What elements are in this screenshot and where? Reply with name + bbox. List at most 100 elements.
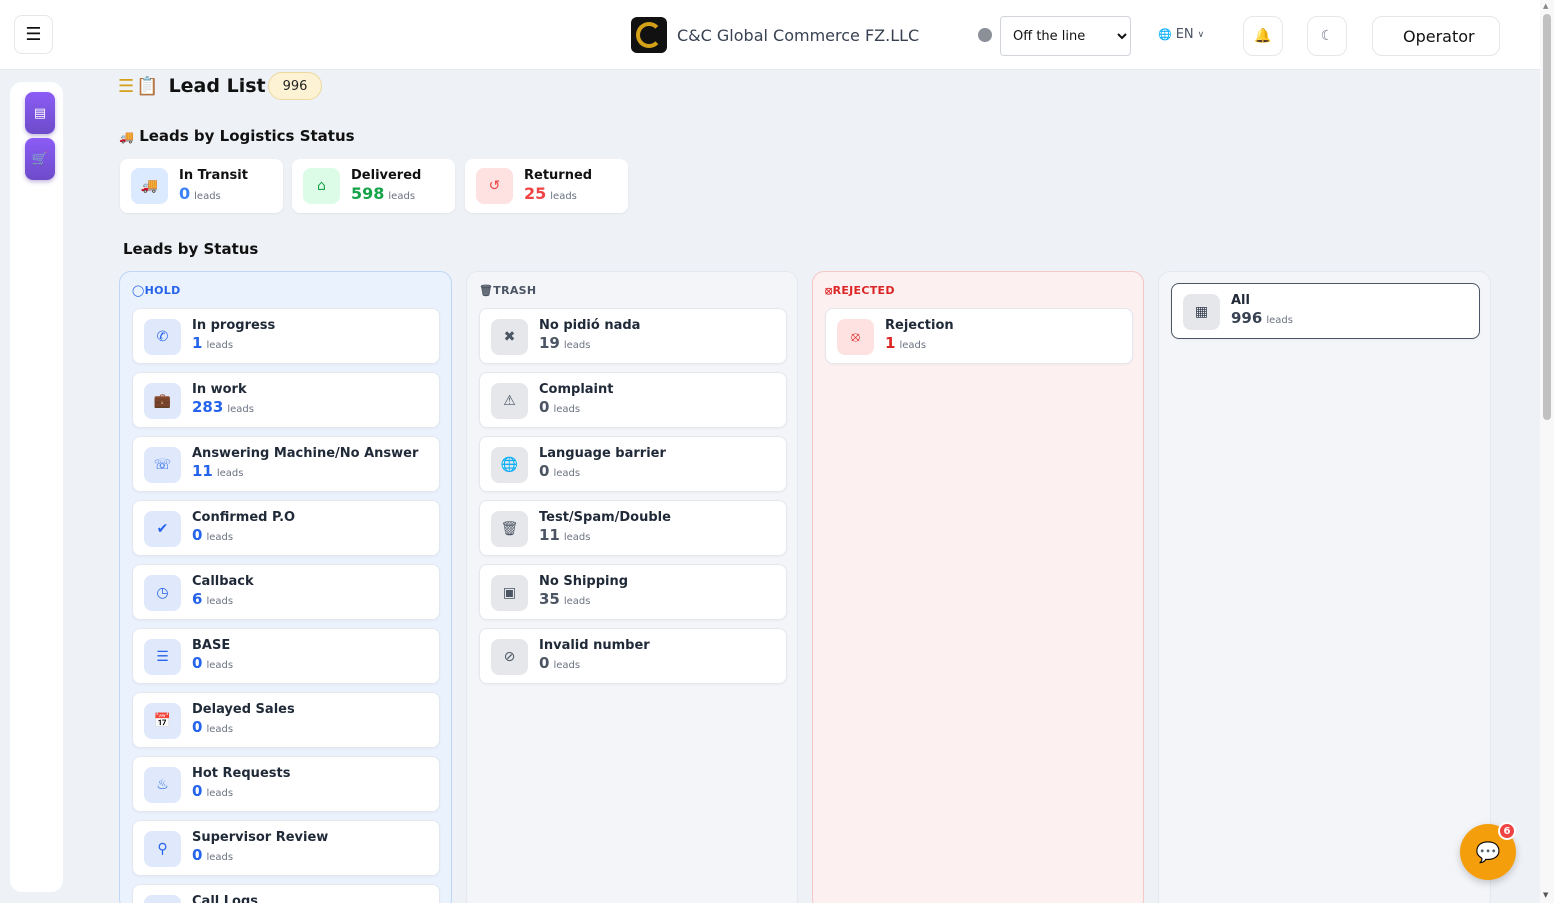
- logistics-card-returned[interactable]: ↺ Returned 25 leads: [465, 159, 628, 213]
- status-item-test-spam-double[interactable]: 🗑 Test/Spam/Double 11 leads: [479, 500, 787, 556]
- truck-icon: 🚚: [131, 168, 168, 204]
- item-label: Answering Machine/No Answer: [192, 446, 419, 461]
- chat-badge: 6: [1498, 822, 1516, 840]
- status-item-invalid-number[interactable]: ⊘ Invalid number 0 leads: [479, 628, 787, 684]
- card-label: Returned: [524, 168, 593, 183]
- status-item-no-shipping[interactable]: ▣ No Shipping 35 leads: [479, 564, 787, 620]
- grid-icon: ▦: [1183, 294, 1220, 330]
- item-count: 11 leads: [192, 462, 244, 480]
- hold-column: ◯HOLD ✆ In progress 1 leads 💼 In work 283…: [119, 271, 452, 903]
- status-dot: [978, 28, 992, 42]
- brand-name: C&C Global Commerce FZ.LLC: [677, 25, 920, 45]
- rejected-column: ⦻REJECTED ⦻ Rejection 1 leads: [812, 271, 1144, 903]
- brand: C&C Global Commerce FZ.LLC: [631, 17, 919, 53]
- clock-icon: ◷: [144, 575, 181, 611]
- scroll-down-icon[interactable]: ▼: [1543, 891, 1548, 899]
- sidebar: ▤ 🛒: [10, 82, 63, 892]
- page-title-text: Lead List: [168, 75, 266, 97]
- card-count: 25 leads: [524, 184, 577, 203]
- language-label: EN: [1175, 27, 1194, 42]
- menu-toggle-button[interactable]: ☰: [14, 15, 53, 54]
- hold-column-title: ◯HOLD: [132, 284, 181, 297]
- item-label: Invalid number: [539, 638, 650, 653]
- list-icon: ☰📋: [118, 75, 161, 97]
- status-item-answering-machine[interactable]: ☏ Answering Machine/No Answer 11 leads: [132, 436, 440, 492]
- item-label: BASE: [192, 638, 231, 653]
- sidebar-item-orders[interactable]: 🛒: [25, 138, 55, 180]
- search-icon: ⚲: [144, 831, 181, 867]
- status-item-language-barrier[interactable]: 🌐 Language barrier 0 leads: [479, 436, 787, 492]
- item-label: Hot Requests: [192, 766, 291, 781]
- item-count: 0 leads: [192, 782, 234, 800]
- item-label: Callback: [192, 574, 254, 589]
- chat-icon: 💬: [1475, 840, 1501, 864]
- status-item-supervisor-review[interactable]: ⚲ Supervisor Review 0 leads: [132, 820, 440, 876]
- warning-icon: ⚠: [491, 383, 528, 419]
- item-label: All: [1231, 293, 1250, 308]
- x-circle-icon: ⦻: [837, 319, 874, 355]
- trash-column: 🗑TRASH ✖ No pidió nada 19 leads ⚠ Complai…: [466, 271, 798, 903]
- item-label: In progress: [192, 318, 276, 333]
- status-item-in-progress[interactable]: ✆ In progress 1 leads: [132, 308, 440, 364]
- item-label: Confirmed P.O: [192, 510, 296, 525]
- item-count: 0 leads: [539, 462, 581, 480]
- card-count: 0 leads: [179, 184, 221, 203]
- status-item-complaint[interactable]: ⚠ Complaint 0 leads: [479, 372, 787, 428]
- item-count: 6 leads: [192, 590, 234, 608]
- clock-icon: ◯: [132, 284, 145, 297]
- status-item-no-pidio-nada[interactable]: ✖ No pidió nada 19 leads: [479, 308, 787, 364]
- item-count: 1 leads: [192, 334, 234, 352]
- box-icon: ▣: [491, 575, 528, 611]
- logistics-card-in-transit[interactable]: 🚚 In Transit 0 leads: [120, 159, 283, 213]
- undo-icon: ↺: [476, 168, 513, 204]
- moon-icon: ☾: [1320, 28, 1334, 44]
- cart-icon: 🛒: [31, 151, 49, 167]
- scroll-thumb[interactable]: [1543, 14, 1551, 420]
- theme-toggle-button[interactable]: ☾: [1307, 16, 1347, 56]
- list-icon: ☰: [144, 895, 181, 903]
- total-count-badge: 996: [267, 72, 323, 100]
- status-item-rejection[interactable]: ⦻ Rejection 1 leads: [825, 308, 1133, 364]
- status-item-hot-requests[interactable]: ♨ Hot Requests 0 leads: [132, 756, 440, 812]
- item-count: 0 leads: [539, 654, 581, 672]
- sidebar-item-leads[interactable]: ▤: [25, 92, 55, 134]
- status-select[interactable]: Off the line: [1000, 16, 1131, 56]
- database-icon: ☰: [144, 639, 181, 675]
- status-item-base[interactable]: ☰ BASE 0 leads: [132, 628, 440, 684]
- item-label: No pidió nada: [539, 318, 641, 333]
- item-count: 0 leads: [192, 718, 234, 736]
- item-label: Test/Spam/Double: [539, 510, 671, 525]
- scroll-up-icon[interactable]: ▲: [1543, 2, 1548, 10]
- item-label: Delayed Sales: [192, 702, 295, 717]
- item-label: Complaint: [539, 382, 614, 397]
- status-item-callback[interactable]: ◷ Callback 6 leads: [132, 564, 440, 620]
- calendar-check-icon: 📅: [144, 703, 181, 739]
- logistics-card-delivered[interactable]: ⌂ Delivered 598 leads: [292, 159, 455, 213]
- language-selector[interactable]: 🌐 EN ∨: [1158, 27, 1204, 42]
- hamburger-icon: ☰: [25, 24, 42, 45]
- language-icon: 🌐: [491, 447, 528, 483]
- status-item-delayed-sales[interactable]: 📅 Delayed Sales 0 leads: [132, 692, 440, 748]
- status-heading: Leads by Status: [123, 240, 259, 258]
- bell-icon: 🔔: [1254, 28, 1272, 44]
- truck-icon: 🚚: [119, 130, 134, 144]
- status-item-in-work[interactable]: 💼 In work 283 leads: [132, 372, 440, 428]
- page-scrollbar[interactable]: ▲ ▼: [1540, 0, 1554, 903]
- item-count: 0 leads: [192, 654, 234, 672]
- status-item-all[interactable]: ▦ All 996 leads: [1171, 283, 1480, 339]
- item-count: 11 leads: [539, 526, 591, 544]
- card-count: 598 leads: [351, 184, 416, 203]
- status-item-confirmed-po[interactable]: ✔ Confirmed P.O 0 leads: [132, 500, 440, 556]
- item-label: Call Logs: [192, 894, 259, 903]
- item-label: Supervisor Review: [192, 830, 329, 845]
- x-icon: ✖: [491, 319, 528, 355]
- fire-icon: ♨: [144, 767, 181, 803]
- page-title: ☰📋 Lead List 996: [118, 72, 323, 100]
- status-item-call-logs[interactable]: ☰ Call Logs: [132, 884, 440, 903]
- operator-menu[interactable]: Operator: [1372, 16, 1500, 56]
- check-circle-icon: ✔: [144, 511, 181, 547]
- rejected-column-title: ⦻REJECTED: [825, 284, 895, 297]
- logistics-heading: 🚚 Leads by Logistics Status: [119, 127, 355, 145]
- notifications-button[interactable]: 🔔: [1243, 16, 1283, 56]
- home-icon: ⌂: [303, 168, 340, 204]
